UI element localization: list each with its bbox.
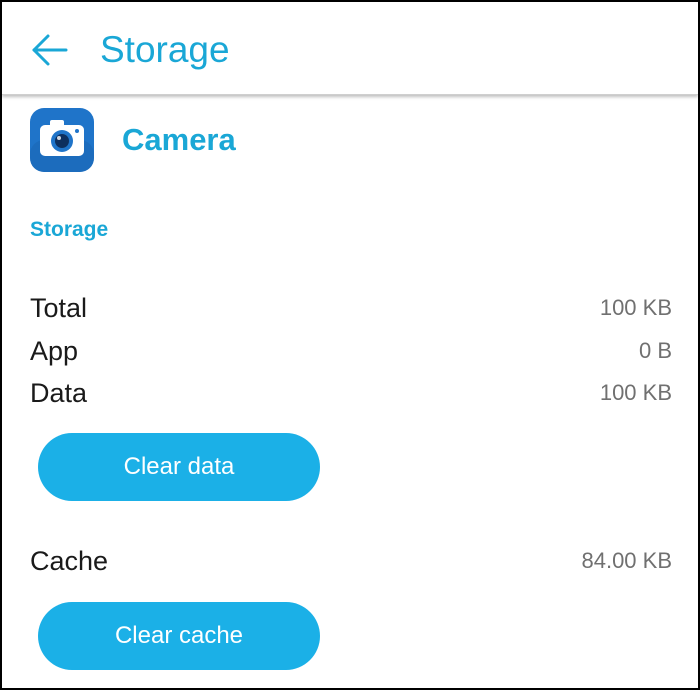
arrow-left-icon bbox=[32, 34, 68, 66]
data-size-row: Data 100 KB bbox=[30, 373, 672, 413]
app-bar: Storage bbox=[2, 2, 698, 95]
page-title: Storage bbox=[100, 29, 230, 70]
total-label: Total bbox=[30, 293, 88, 323]
app-name: Camera bbox=[122, 122, 236, 157]
app-size-value: 0 B bbox=[638, 338, 672, 363]
camera-icon bbox=[30, 108, 94, 172]
app-screen: Storage Camera Storage Total 100 KB App … bbox=[0, 0, 700, 690]
total-value: 100 KB bbox=[599, 295, 672, 320]
back-button[interactable] bbox=[28, 28, 72, 72]
cache-label: Cache bbox=[30, 546, 109, 576]
data-size-value: 100 KB bbox=[599, 380, 672, 405]
cache-value: 84.00 KB bbox=[581, 548, 672, 573]
total-row: Total 100 KB bbox=[30, 288, 672, 328]
app-size-row: App 0 B bbox=[30, 331, 672, 371]
app-size-label: App bbox=[30, 336, 79, 366]
storage-section-header: Storage bbox=[30, 218, 109, 241]
cache-row: Cache 84.00 KB bbox=[30, 541, 672, 581]
data-size-label: Data bbox=[30, 378, 88, 408]
clear-data-button[interactable]: Clear data bbox=[38, 433, 320, 501]
clear-cache-button[interactable]: Clear cache bbox=[38, 602, 320, 670]
